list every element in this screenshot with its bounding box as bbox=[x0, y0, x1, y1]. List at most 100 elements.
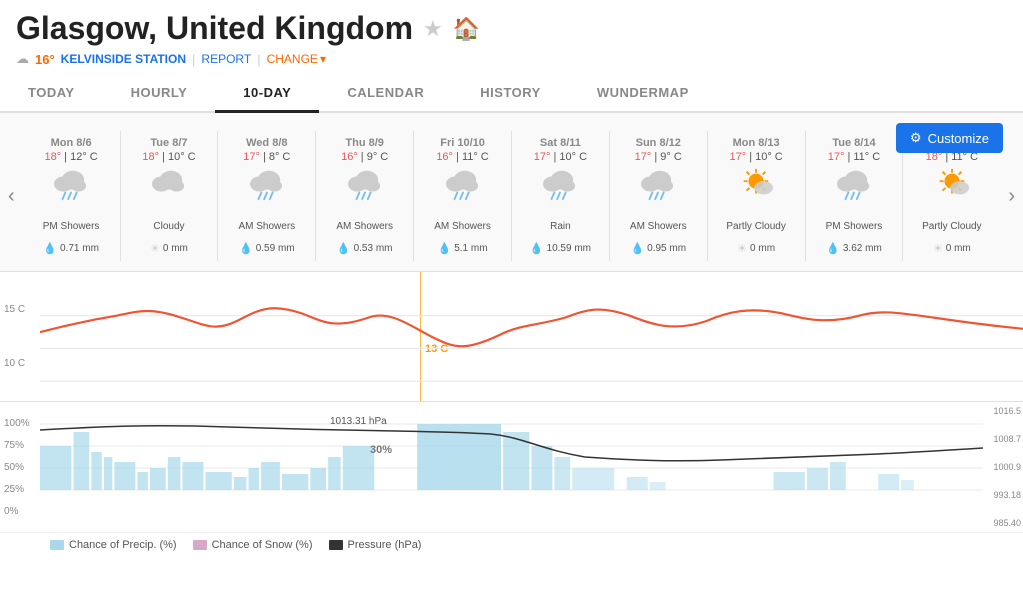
raindrop-icon: 💧 bbox=[337, 242, 351, 255]
weather-grid: Mon 8/6 18° | 12° C PM Showers 💧 0.71 mm… bbox=[23, 131, 1001, 261]
precip-value: 5.1 mm bbox=[454, 243, 487, 254]
weather-icon bbox=[907, 167, 996, 208]
weather-icon bbox=[516, 167, 605, 208]
precip-value: 0 mm bbox=[163, 243, 188, 254]
tab-10day[interactable]: 10-DAY bbox=[215, 75, 319, 113]
day-date: Sat 8/11 bbox=[516, 137, 605, 149]
raindrop-icon: 💧 bbox=[239, 242, 253, 255]
weather-icon bbox=[614, 167, 703, 208]
precip-value: 0.71 mm bbox=[60, 243, 99, 254]
tab-hourly[interactable]: HOURLY bbox=[103, 75, 216, 113]
temp-label-10: 10 C bbox=[4, 358, 25, 369]
day-precip: ☀ 0 mm bbox=[712, 242, 801, 255]
pressure-label-5: 985.40 bbox=[993, 518, 1021, 528]
prev-arrow[interactable]: ‹ bbox=[0, 185, 23, 208]
star-icon[interactable]: ★ bbox=[423, 16, 443, 42]
tab-history[interactable]: HISTORY bbox=[452, 75, 569, 113]
tab-calendar[interactable]: CALENDAR bbox=[319, 75, 452, 113]
weather-day-6[interactable]: Sun 8/12 17° | 9° C AM Showers 💧 0.95 mm bbox=[610, 131, 708, 261]
high-temp: 17° bbox=[828, 151, 845, 163]
day-precip: 💧 0.95 mm bbox=[614, 242, 703, 255]
pressure-label-1: 1016.5 bbox=[993, 406, 1021, 416]
weather-day-7[interactable]: Mon 8/13 17° | 10° C Partly Cloudy ☀ 0 m… bbox=[708, 131, 806, 261]
legend-snow: Chance of Snow (%) bbox=[193, 539, 313, 551]
weather-day-2[interactable]: Wed 8/8 17° | 8° C AM Showers 💧 0.59 mm bbox=[218, 131, 316, 261]
weather-grid-wrapper: ‹ Mon 8/6 18° | 12° C PM Showers 💧 0.71 … bbox=[0, 121, 1023, 271]
day-date: Fri 10/10 bbox=[418, 137, 507, 149]
precip-label-75: 75% bbox=[4, 440, 30, 451]
legend-precip-label: Chance of Precip. (%) bbox=[69, 539, 177, 551]
raindrop-icon: 💧 bbox=[43, 242, 57, 255]
legend-snow-label: Chance of Snow (%) bbox=[212, 539, 313, 551]
pressure-annotation: 1013.31 hPa bbox=[330, 416, 387, 427]
day-precip: ☀ 0 mm bbox=[907, 242, 996, 255]
city-name: Glasgow, United Kingdom bbox=[16, 10, 413, 47]
home-icon[interactable]: 🏠 bbox=[453, 16, 480, 42]
customize-button[interactable]: ⚙ Customize bbox=[896, 123, 1003, 153]
precip-label-25: 25% bbox=[4, 484, 30, 495]
low-temp: 11° C bbox=[853, 151, 880, 163]
precip-value: 0 mm bbox=[750, 243, 775, 254]
day-temps: 17° | 10° C bbox=[712, 151, 801, 163]
day-temps: 17° | 9° C bbox=[614, 151, 703, 163]
high-temp: 16° bbox=[341, 151, 358, 163]
station-link[interactable]: KELVINSIDE STATION bbox=[61, 52, 186, 66]
day-date: Tue 8/7 bbox=[125, 137, 214, 149]
day-temps: 17° | 8° C bbox=[222, 151, 311, 163]
charts-area: 15 C 10 C 13 C 100% 75% 50% 25% 0% bbox=[0, 271, 1023, 557]
day-description: AM Showers bbox=[418, 212, 507, 240]
day-temps: 17° | 10° C bbox=[516, 151, 605, 163]
next-arrow[interactable]: › bbox=[1000, 185, 1023, 208]
legend-precip: Chance of Precip. (%) bbox=[50, 539, 177, 551]
day-date: Mon 8/13 bbox=[712, 137, 801, 149]
cloud-small-icon: ☁ bbox=[16, 51, 29, 67]
raindrop-icon: 💧 bbox=[826, 242, 840, 255]
weather-day-5[interactable]: Sat 8/11 17° | 10° C Rain 💧 10.59 mm bbox=[512, 131, 610, 261]
low-temp: 12° C bbox=[70, 151, 98, 163]
day-precip: 💧 3.62 mm bbox=[810, 242, 899, 255]
precip-label-50: 50% bbox=[4, 462, 30, 473]
day-description: AM Showers bbox=[320, 212, 409, 240]
report-link[interactable]: REPORT bbox=[201, 52, 251, 66]
weather-day-3[interactable]: Thu 8/9 16° | 9° C AM Showers 💧 0.53 mm bbox=[316, 131, 414, 261]
day-description: AM Showers bbox=[222, 212, 311, 240]
day-temps: 16° | 11° C bbox=[418, 151, 507, 163]
header: Glasgow, United Kingdom ★ 🏠 ☁ 16° KELVIN… bbox=[0, 0, 1023, 67]
raindrop-icon: 💧 bbox=[438, 242, 452, 255]
day-date: Wed 8/8 bbox=[222, 137, 311, 149]
weather-day-0[interactable]: Mon 8/6 18° | 12° C PM Showers 💧 0.71 mm bbox=[23, 131, 121, 261]
precip-chart-labels: 100% 75% 50% 25% 0% bbox=[0, 402, 34, 532]
nav-tabs: TODAY HOURLY 10-DAY CALENDAR HISTORY WUN… bbox=[0, 75, 1023, 113]
pressure-y-labels: 1016.5 1008.7 1000.9 993.18 985.40 bbox=[993, 402, 1021, 532]
low-temp: 11° C bbox=[462, 151, 489, 163]
day-description: Partly Cloudy bbox=[712, 212, 801, 240]
pressure-label-3: 1000.9 bbox=[993, 462, 1021, 472]
sun-precip-icon: ☀ bbox=[150, 242, 160, 255]
weather-day-4[interactable]: Fri 10/10 16° | 11° C AM Showers 💧 5.1 m… bbox=[414, 131, 512, 261]
low-temp: 10° C bbox=[168, 151, 196, 163]
day-precip: 💧 0.71 mm bbox=[27, 242, 116, 255]
high-temp: 17° bbox=[729, 151, 746, 163]
high-temp: 17° bbox=[534, 151, 551, 163]
day-date: Tue 8/14 bbox=[810, 137, 899, 149]
precip-chart-svg bbox=[40, 402, 983, 512]
day-description: Cloudy bbox=[125, 212, 214, 240]
main-content: ⚙ Customize ‹ Mon 8/6 18° | 12° C PM Sho… bbox=[0, 113, 1023, 557]
day-precip: 💧 0.59 mm bbox=[222, 242, 311, 255]
tab-today[interactable]: TODAY bbox=[0, 75, 103, 113]
weather-icon bbox=[27, 167, 116, 208]
day-precip: ☀ 0 mm bbox=[125, 242, 214, 255]
weather-day-1[interactable]: Tue 8/7 18° | 10° C Cloudy ☀ 0 mm bbox=[121, 131, 219, 261]
weather-day-8[interactable]: Tue 8/14 17° | 11° C PM Showers 💧 3.62 m… bbox=[806, 131, 904, 261]
weather-icon bbox=[125, 167, 214, 208]
precip-label-100: 100% bbox=[4, 418, 30, 429]
legend-precip-color bbox=[50, 540, 64, 550]
tab-wundermap[interactable]: WUNDERMAP bbox=[569, 75, 717, 113]
change-link[interactable]: CHANGE ▾ bbox=[267, 52, 326, 66]
weather-icon bbox=[320, 167, 409, 208]
day-precip: 💧 0.53 mm bbox=[320, 242, 409, 255]
low-temp: 8° C bbox=[269, 151, 291, 163]
day-precip: 💧 10.59 mm bbox=[516, 242, 605, 255]
high-temp: 17° bbox=[243, 151, 260, 163]
high-temp: 17° bbox=[635, 151, 652, 163]
